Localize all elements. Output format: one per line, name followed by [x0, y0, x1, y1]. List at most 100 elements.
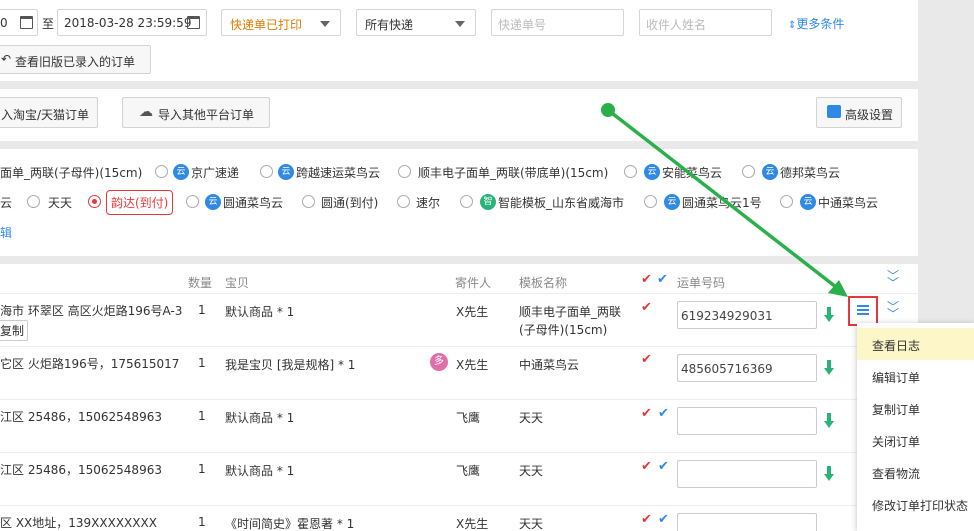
calendar-icon[interactable]: [20, 16, 33, 29]
tracking-input[interactable]: 485605716369: [677, 354, 817, 382]
advanced-settings-button[interactable]: 高级设置: [816, 97, 902, 128]
tracking-input[interactable]: 619234929031: [677, 301, 817, 329]
template-radio[interactable]: [624, 165, 637, 178]
template-radio[interactable]: [644, 195, 657, 208]
template-option-label[interactable]: 跨越速运菜鸟云: [296, 164, 380, 181]
copy-button[interactable]: 复制: [0, 320, 29, 341]
template-radio[interactable]: [398, 165, 411, 178]
template-option-label[interactable]: 圆通菜鸟云1号: [682, 194, 762, 211]
menu-item-change-print-status[interactable]: 修改订单打印状态: [857, 488, 974, 520]
header-tracking: 运单号码: [677, 276, 726, 290]
row-divider: [0, 346, 918, 347]
tracking-input[interactable]: [677, 407, 817, 435]
expand-all-icon[interactable]: ﹀ ﹀: [886, 270, 900, 289]
row-menu-button[interactable]: [848, 296, 878, 326]
template-option-label: 面单_两联(子母件)(15cm): [0, 166, 143, 180]
more-conditions-link[interactable]: ⇕更多条件: [788, 15, 844, 32]
menu-item-view-log[interactable]: 查看日志: [857, 328, 974, 360]
template-option-label: 云: [0, 196, 13, 210]
calendar-icon[interactable]: [187, 16, 200, 29]
checkmark-red-icon: ✔: [641, 352, 652, 367]
template-option-label[interactable]: 圆通(到付): [321, 194, 378, 211]
row-sender: X先生: [456, 517, 489, 531]
header-template: 模板名称: [519, 276, 568, 290]
row-sender: 飞鹰: [456, 411, 481, 425]
menu-item-label: 修改订单打印状态: [872, 499, 969, 513]
row-address: 江区 25486，15062548963: [0, 463, 162, 477]
express-select[interactable]: 所有快递: [356, 9, 476, 36]
menu-item-label: 关闭订单: [872, 435, 921, 449]
menu-item-label: 复制订单: [872, 403, 921, 417]
template-radio[interactable]: [27, 195, 40, 208]
receiver-name-input[interactable]: 收件人姓名: [639, 9, 772, 36]
cloud-icon: 云: [278, 164, 294, 180]
row-qty: 1: [198, 303, 206, 317]
menu-item-copy-order[interactable]: 复制订单: [857, 392, 974, 424]
row-divider: [0, 399, 918, 400]
download-icon[interactable]: [824, 466, 834, 482]
edit-templates-link[interactable]: 辑: [0, 224, 12, 241]
more-conditions-label: 更多条件: [796, 17, 845, 31]
tracking-input[interactable]: [677, 460, 817, 488]
row-template: 天天: [519, 464, 544, 478]
menu-item-edit-order[interactable]: 编辑订单: [857, 360, 974, 392]
template-option-label[interactable]: 速尔: [416, 194, 440, 211]
row-sender: X先生: [456, 305, 489, 319]
header-divider: [0, 293, 918, 294]
cloud-icon: 云: [800, 194, 816, 210]
print-status-select[interactable]: 快递单已打印: [221, 9, 341, 36]
menu-item-close-order[interactable]: 关闭订单: [857, 424, 974, 456]
multi-item-badge: 多: [430, 353, 448, 371]
checkmark-red-icon: ✔: [641, 300, 652, 315]
template-option-label[interactable]: 安能菜鸟云: [662, 164, 722, 181]
row-address: 江区 25486，15062548963: [0, 410, 162, 424]
checkmark-blue-icon: ✔: [658, 459, 669, 474]
template-option-label[interactable]: 京广速递: [191, 164, 239, 181]
tracking-value: 485605716369: [681, 362, 773, 376]
download-icon[interactable]: [824, 413, 834, 429]
download-icon[interactable]: [824, 307, 834, 323]
template-radio[interactable]: [397, 195, 410, 208]
start-date-value: 0: [0, 16, 8, 30]
import-taobao-button[interactable]: 入淘宝/天猫订单: [0, 97, 98, 128]
template-option-label[interactable]: 中通菜鸟云: [818, 194, 878, 211]
cloud-icon: 云: [205, 194, 221, 210]
template-option-label[interactable]: 顺丰电子面单_两联(带底单)(15cm): [418, 164, 608, 181]
old-orders-button[interactable]: ↶ 查看旧版已录入的订单: [0, 45, 151, 74]
row-qty: 1: [198, 462, 206, 476]
header-item: 宝贝: [225, 276, 250, 290]
checkmark-red-icon: ✔: [641, 406, 652, 421]
row-item: 默认商品 * 1: [225, 305, 295, 319]
download-icon[interactable]: [824, 360, 834, 376]
chevron-down-icon: [320, 21, 330, 27]
row-address: 海市 环翠区 高区火炬路196号A-3: [0, 304, 183, 318]
menu-item-view-logistics[interactable]: 查看物流: [857, 456, 974, 488]
tracking-number-input[interactable]: 快递单号: [491, 9, 624, 36]
advanced-settings-label: 高级设置: [845, 108, 894, 122]
template-radio[interactable]: [742, 165, 755, 178]
template-radio[interactable]: [186, 195, 199, 208]
template-radio[interactable]: [260, 165, 273, 178]
template-radio[interactable]: [460, 195, 473, 208]
cloud-upload-icon: ☁: [139, 104, 153, 120]
template-radio-selected[interactable]: [88, 195, 101, 208]
template-option-label[interactable]: 智能模板_山东省威海市: [498, 194, 624, 211]
tracking-input[interactable]: [677, 513, 817, 531]
template-radio[interactable]: [155, 165, 168, 178]
checkmark-blue-icon: ✔: [658, 406, 669, 421]
template-option-label[interactable]: 德邦菜鸟云: [780, 164, 840, 181]
template-option-label[interactable]: 天天: [48, 194, 72, 211]
end-date-input[interactable]: 2018-03-28 23:59:59: [57, 9, 207, 36]
import-other-button[interactable]: ☁ 导入其他平台订单: [122, 97, 270, 128]
checkmark-blue-icon: ✔: [657, 272, 668, 287]
expand-row-icon[interactable]: ﹀ ﹀: [886, 301, 900, 320]
template-option-label[interactable]: 圆通菜鸟云: [223, 194, 283, 211]
start-date-input[interactable]: 0: [0, 9, 38, 36]
cloud-icon: 云: [644, 164, 660, 180]
template-radio[interactable]: [302, 195, 315, 208]
row-template-line2: (子母件)(15cm): [519, 323, 608, 337]
smart-template-icon: 智: [480, 194, 496, 210]
tracking-number-placeholder: 快递单号: [498, 18, 547, 32]
template-radio[interactable]: [780, 195, 793, 208]
template-option-selected[interactable]: 韵达(到付): [106, 190, 174, 215]
